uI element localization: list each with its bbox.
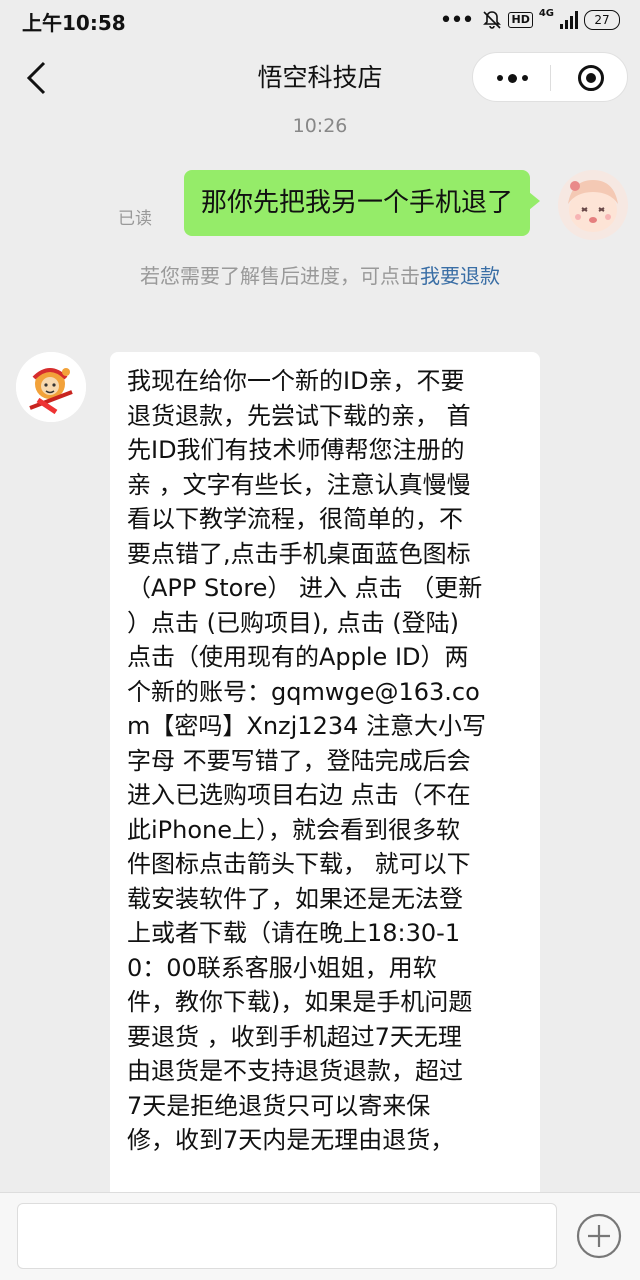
input-bar bbox=[0, 1192, 640, 1280]
message-line: m【密吗】Xnzj1234 注意大小写 bbox=[127, 712, 487, 740]
message-line: 上或者下载（请在晚上18:30-1 bbox=[127, 919, 461, 947]
plus-icon[interactable] bbox=[576, 1213, 622, 1259]
after-sales-note: 若您需要了解售后进度，可点击我要退款 bbox=[0, 262, 640, 290]
battery-icon: 27 bbox=[584, 10, 620, 30]
hd-icon: HD bbox=[508, 12, 533, 28]
message-line: 进入已选购项目右边 点击（不在 bbox=[127, 781, 471, 809]
read-receipt: 已读 bbox=[118, 209, 152, 229]
nav-bar: 悟空科技店 bbox=[0, 40, 640, 116]
message-line: 亲 ，文字有些长，注意认真慢慢 bbox=[127, 470, 471, 499]
close-mini-program-icon[interactable] bbox=[577, 64, 605, 92]
store-avatar[interactable] bbox=[16, 352, 86, 422]
message-line: 件图标点击箭头下载， 就可以下 bbox=[127, 850, 471, 878]
message-line: 字母 不要写错了，登陆完成后会 bbox=[127, 746, 471, 775]
more-options-icon[interactable] bbox=[491, 67, 533, 89]
user-avatar[interactable] bbox=[558, 170, 628, 240]
message-line: 看以下教学流程，很简单的，不 bbox=[127, 505, 463, 533]
message-line: 7天是拒绝退货只可以寄来保 bbox=[127, 1091, 431, 1120]
message-line: 个新的账号：gqmwge@163.co bbox=[127, 677, 480, 706]
monkey-king-logo bbox=[16, 352, 86, 422]
mini-program-capsule bbox=[472, 52, 628, 102]
after-sales-note-text: 若您需要了解售后进度，可点击 bbox=[140, 264, 420, 288]
message-line: 0：00联系客服小姐姐，用软 bbox=[127, 953, 437, 982]
message-line: 点击（使用现有的Apple ID）两 bbox=[127, 643, 469, 671]
signal-icon bbox=[560, 11, 578, 29]
mute-bell-icon bbox=[483, 11, 502, 29]
user-avatar-image bbox=[558, 170, 628, 240]
message-line: 件，教你下载)，如果是手机问题 bbox=[127, 988, 473, 1016]
battery-level: 27 bbox=[594, 13, 610, 27]
message-timestamp: 10:26 bbox=[292, 116, 348, 137]
message-line: 退货退款，先尝试下载的亲， 首 bbox=[127, 401, 471, 430]
message-line: 要点错了,点击手机桌面蓝色图标 bbox=[127, 539, 471, 568]
status-icons: ••• HD 4G 27 bbox=[439, 7, 620, 33]
more-notifications-icon: ••• bbox=[439, 7, 475, 33]
message-line: 由退货是不支持退货退款，超过 bbox=[127, 1057, 463, 1085]
message-input[interactable] bbox=[17, 1203, 557, 1269]
message-line: 先ID我们有技术师傅帮您注册的 bbox=[127, 436, 465, 464]
network-type: 4G bbox=[538, 8, 554, 19]
sent-message-text: 那你先把我另一个手机退了 bbox=[200, 188, 513, 218]
received-message-bubble[interactable]: 我现在给你一个新的ID亲，不要 退货退款，先尝试下载的亲， 首 先ID我们有技术… bbox=[110, 352, 540, 1192]
status-bar: 上午10:58 ••• HD 4G 27 bbox=[0, 0, 640, 40]
message-line: 我现在给你一个新的ID亲，不要 bbox=[127, 367, 465, 395]
sent-message-bubble[interactable]: 那你先把我另一个手机退了 bbox=[183, 170, 541, 236]
chat-area[interactable]: 10:26 已读 那你先把我另一个手机退了 若您需要了解售后进度，可点击我要退款 bbox=[0, 116, 640, 1192]
message-line: 载安装软件了，如果还是无法登 bbox=[127, 884, 463, 913]
refund-link[interactable]: 我要退款 bbox=[420, 264, 500, 288]
message-line: 此iPhone上），就会看到很多软 bbox=[127, 815, 461, 844]
status-time: 上午10:58 bbox=[22, 11, 126, 35]
message-line: 修，收到7天内是无理由退货， bbox=[127, 1126, 455, 1154]
message-line: （APP Store） 进入 点击 （更新 bbox=[127, 574, 483, 602]
capsule-divider bbox=[550, 65, 551, 91]
message-line: 要退货 ，收到手机超过7天无理 bbox=[127, 1022, 462, 1051]
message-line: ）点击 (已购项目), 点击 (登陆) bbox=[127, 608, 459, 637]
